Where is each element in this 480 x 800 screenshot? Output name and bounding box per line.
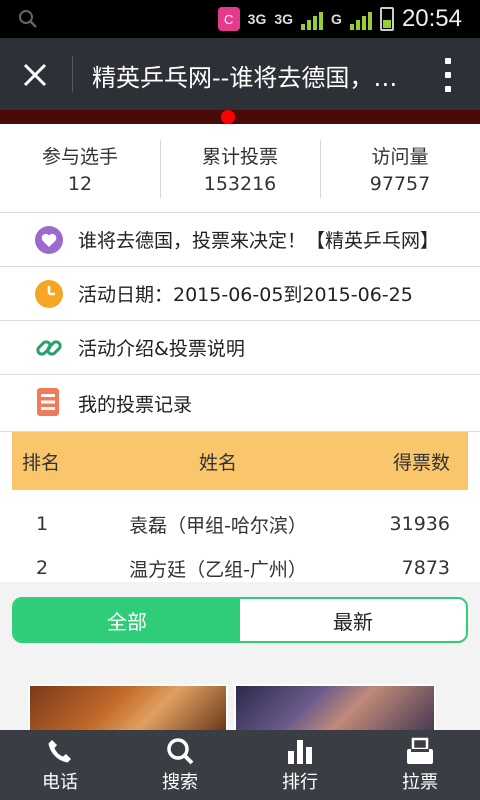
app-screen: C 3G 3G G 20:54 精英乒乓网--谁将去德国，投票来决定！ 参 — [0, 0, 480, 800]
stat-participants: 参与选手 12 — [0, 124, 160, 212]
stats-panel: 参与选手 12 累计投票 153216 访问量 97757 — [0, 124, 480, 212]
tab-all[interactable]: 全部 — [14, 599, 240, 641]
header-rank: 排名 — [22, 451, 61, 474]
nav-phone[interactable]: 电话 — [0, 730, 120, 800]
more-menu-icon[interactable] — [444, 58, 452, 92]
stat-label: 参与选手 — [41, 146, 118, 168]
stat-value: 97757 — [369, 173, 431, 195]
nav-label: 拉票 — [402, 772, 438, 793]
signal-strength-icon — [301, 8, 324, 30]
stat-label: 累计投票 — [201, 146, 278, 168]
row-rank: 2 — [36, 557, 49, 579]
row-name: 袁磊（甲组-哈尔滨） — [129, 514, 307, 537]
row-name: 温方廷（乙组-广州） — [129, 558, 307, 581]
table-header: 排名 姓名 得票数 — [12, 432, 468, 490]
status-bar: C 3G 3G G 20:54 — [0, 0, 480, 38]
close-icon[interactable] — [20, 60, 50, 90]
stat-visits: 访问量 97757 — [320, 124, 480, 212]
list-icon — [34, 388, 64, 418]
nav-ranking[interactable]: 排行 — [240, 730, 360, 800]
ballot-box-icon — [405, 736, 435, 766]
network-type-2: 3G — [274, 11, 294, 27]
records-row[interactable]: 我的投票记录 — [0, 374, 480, 432]
headline-text: 谁将去德国，投票来决定！【精英乒乓网】 — [78, 230, 440, 252]
link-icon — [34, 333, 64, 363]
date-text: 活动日期：2015-06-05到2015-06-25 — [78, 284, 413, 306]
nav-label: 电话 — [42, 772, 78, 793]
header-votes: 得票数 — [392, 451, 450, 474]
search-icon — [19, 10, 37, 28]
records-link-text[interactable]: 我的投票记录 — [78, 390, 192, 417]
nav-canvass[interactable]: 拉票 — [360, 730, 480, 800]
table-row[interactable]: 1 袁磊（甲组-哈尔滨） 31936 — [12, 502, 468, 546]
row-rank: 1 — [36, 513, 49, 535]
nav-search[interactable]: 搜索 — [120, 730, 240, 800]
tab-latest[interactable]: 最新 — [240, 599, 466, 641]
title-bar: 精英乒乓网--谁将去德国，投票来决定！ — [0, 38, 480, 110]
stat-value: 12 — [67, 173, 93, 195]
heart-icon — [34, 225, 64, 255]
stat-label: 访问量 — [371, 146, 429, 168]
intro-row[interactable]: 活动介绍&投票说明 — [0, 320, 480, 374]
app-notification-icon: C — [217, 7, 240, 31]
progress-indicator — [221, 110, 235, 124]
network-type-1: 3G — [247, 11, 267, 27]
nav-label: 排行 — [282, 772, 318, 793]
loading-progress-bar — [0, 110, 480, 124]
header-name: 姓名 — [198, 451, 237, 474]
headline-row: 谁将去德国，投票来决定！【精英乒乓网】 — [0, 212, 480, 266]
intro-link-text[interactable]: 活动介绍&投票说明 — [78, 334, 245, 361]
row-votes: 31936 — [389, 513, 450, 535]
filter-tabs: 全部 最新 — [12, 597, 468, 643]
page-title: 精英乒乓网--谁将去德国，投票来决定！ — [92, 64, 402, 92]
clock-icon — [34, 279, 64, 309]
stat-total-votes: 累计投票 153216 — [160, 124, 320, 212]
network-type-3: G — [331, 11, 342, 27]
ranking-table: 排名 姓名 得票数 1 袁磊（甲组-哈尔滨） 31936 2 温方廷（乙组-广州… — [12, 432, 468, 596]
date-row: 活动日期：2015-06-05到2015-06-25 — [0, 266, 480, 320]
signal-strength-icon-2 — [349, 8, 372, 30]
phone-icon — [45, 736, 75, 766]
status-time: 20:54 — [401, 5, 462, 32]
nav-label: 搜索 — [162, 772, 198, 793]
bar-chart-icon — [285, 736, 315, 766]
title-divider — [72, 56, 73, 92]
search-icon — [165, 736, 195, 766]
bottom-nav: 电话 搜索 排行 拉票 — [0, 730, 480, 800]
row-votes: 7873 — [401, 557, 450, 579]
battery-icon — [379, 7, 394, 31]
stat-value: 153216 — [203, 173, 277, 195]
